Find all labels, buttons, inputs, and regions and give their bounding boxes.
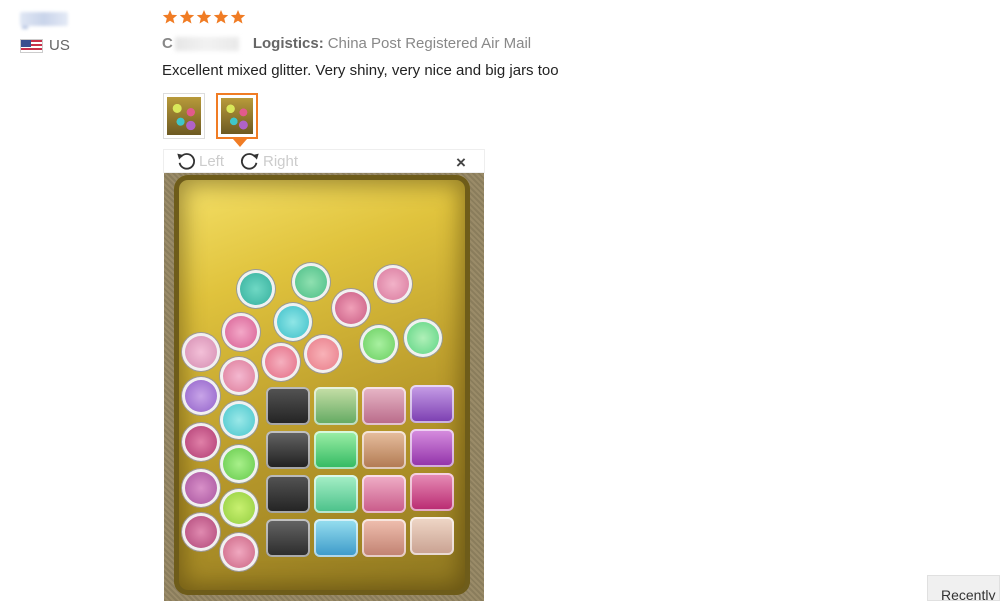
rotate-left-icon xyxy=(177,153,195,170)
rotate-right-icon xyxy=(241,153,259,170)
star-icon xyxy=(196,10,212,24)
star-icon xyxy=(179,10,195,24)
order-meta: C Logistics: China Post Registered Air M… xyxy=(162,35,531,52)
selected-thumb-pointer xyxy=(233,139,247,147)
star-icon xyxy=(230,10,246,24)
review-photo-large xyxy=(164,173,484,601)
color-label: C xyxy=(162,35,173,52)
rotate-left-button[interactable]: Left xyxy=(175,150,224,172)
logistics-value: China Post Registered Air Mail xyxy=(327,35,532,52)
us-flag-icon xyxy=(20,38,43,53)
review-text: Excellent mixed glitter. Very shiny, ver… xyxy=(162,62,559,79)
color-value-redacted xyxy=(174,36,239,51)
country-code: US xyxy=(49,37,70,54)
rotate-right-button[interactable]: Right xyxy=(239,150,298,172)
rotate-right-label: Right xyxy=(263,152,299,170)
reviewer-name-redacted xyxy=(20,12,68,29)
star-rating xyxy=(162,9,246,25)
rotate-left-label: Left xyxy=(199,152,225,170)
reviewer-country: US xyxy=(20,37,70,54)
recently-viewed-tab[interactable]: Recently xyxy=(927,575,1000,601)
close-viewer-button[interactable]: × xyxy=(456,153,466,173)
review-photo-thumb-selected[interactable] xyxy=(216,93,258,139)
photo-content xyxy=(174,175,470,595)
logistics-label: Logistics: xyxy=(252,35,324,52)
star-icon xyxy=(213,10,229,24)
star-icon xyxy=(162,10,178,24)
review-photo-thumb[interactable] xyxy=(163,93,205,139)
